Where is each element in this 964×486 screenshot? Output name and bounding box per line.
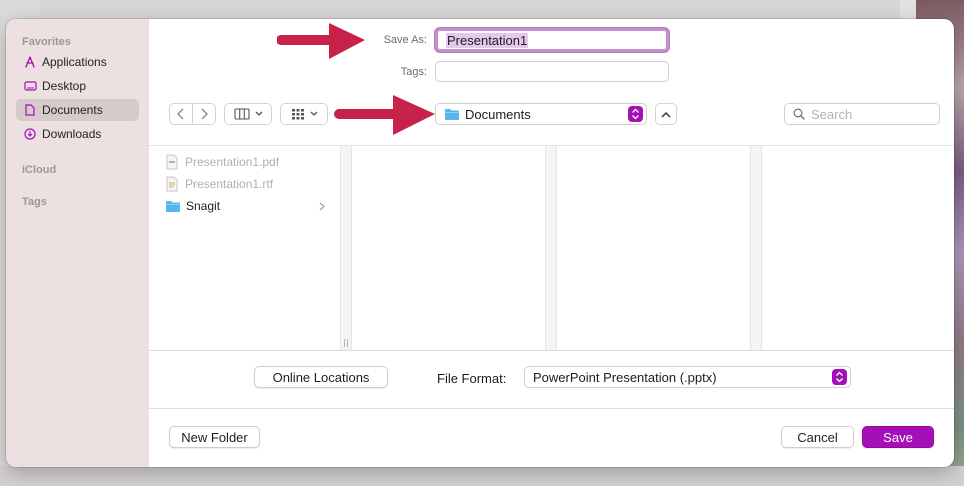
search-placeholder: Search bbox=[811, 106, 853, 122]
sidebar-item-desktop[interactable]: Desktop bbox=[16, 75, 139, 97]
applications-icon bbox=[23, 55, 37, 69]
sidebar-item-label: Documents bbox=[42, 103, 103, 117]
annotation-arrow-icon bbox=[277, 23, 365, 59]
search-field[interactable]: Search bbox=[784, 103, 940, 125]
tags-field[interactable] bbox=[435, 61, 669, 82]
folder-icon bbox=[445, 108, 459, 120]
chevron-right-icon bbox=[319, 202, 325, 210]
sidebar-item-documents[interactable]: Documents bbox=[16, 99, 139, 121]
cancel-button[interactable]: Cancel bbox=[781, 426, 854, 448]
location-popup[interactable]: Documents bbox=[435, 103, 647, 125]
view-grid-button[interactable] bbox=[280, 103, 328, 125]
sidebar-item-label: Applications bbox=[42, 55, 107, 69]
file-name: Presentation1.rtf bbox=[185, 177, 274, 191]
file-format-label: File Format: bbox=[437, 371, 507, 386]
chevron-up-icon bbox=[661, 111, 671, 118]
grid-view-icon bbox=[291, 109, 304, 120]
chevron-right-icon bbox=[201, 108, 208, 120]
sidebar: Favorites Applications Desktop Documents… bbox=[6, 19, 149, 467]
browser-column bbox=[557, 146, 750, 351]
file-format-popup[interactable]: PowerPoint Presentation (.pptx) bbox=[524, 366, 851, 388]
sidebar-item-downloads[interactable]: Downloads bbox=[16, 123, 139, 145]
sidebar-item-applications[interactable]: Applications bbox=[16, 51, 139, 73]
save-button[interactable]: Save bbox=[862, 426, 934, 448]
location-label: Documents bbox=[465, 106, 531, 122]
save-as-value: Presentation1 bbox=[446, 33, 529, 48]
sidebar-item-label: Downloads bbox=[42, 127, 102, 141]
forward-button[interactable] bbox=[192, 103, 216, 125]
updown-chevron-icon bbox=[832, 369, 847, 385]
folder-icon bbox=[166, 200, 180, 212]
browser-column: Presentation1.pdf Presentation1.rtf Snag… bbox=[149, 146, 340, 351]
save-dialog: Favorites Applications Desktop Documents… bbox=[6, 19, 954, 467]
rtf-file-icon bbox=[166, 176, 178, 192]
new-folder-button[interactable]: New Folder bbox=[169, 426, 260, 448]
column-resize-handle[interactable] bbox=[545, 146, 557, 351]
chevron-left-icon bbox=[177, 108, 184, 120]
options-bar: Online Locations File Format: PowerPoint… bbox=[149, 350, 954, 409]
sidebar-item-label: Desktop bbox=[42, 79, 87, 93]
browser-column bbox=[352, 146, 545, 351]
desktop-icon bbox=[23, 79, 37, 93]
sidebar-heading-tags: Tags bbox=[22, 196, 47, 208]
view-columns-button[interactable] bbox=[224, 103, 272, 125]
file-format-value: PowerPoint Presentation (.pptx) bbox=[533, 369, 717, 385]
browser-column bbox=[762, 146, 954, 351]
resize-grip-icon bbox=[344, 339, 348, 347]
list-item[interactable]: Presentation1.rtf bbox=[165, 174, 273, 194]
pdf-file-icon bbox=[166, 154, 178, 170]
save-as-label: Save As: bbox=[383, 34, 427, 46]
tags-label: Tags: bbox=[400, 66, 427, 78]
expand-collapse-button[interactable] bbox=[655, 103, 677, 125]
updown-chevron-icon bbox=[628, 106, 643, 122]
list-item[interactable]: Snagit bbox=[165, 196, 325, 216]
back-button[interactable] bbox=[169, 103, 193, 125]
column-resize-handle[interactable] bbox=[750, 146, 762, 351]
main-panel: Save As: Presentation1 Tags: Documents S… bbox=[149, 19, 954, 467]
search-icon bbox=[793, 108, 805, 120]
file-name: Snagit bbox=[186, 199, 221, 213]
column-resize-handle[interactable] bbox=[340, 146, 352, 351]
sidebar-heading-favorites: Favorites bbox=[22, 36, 71, 48]
file-name: Presentation1.pdf bbox=[185, 155, 280, 169]
chevron-down-icon bbox=[310, 111, 317, 116]
document-icon bbox=[23, 103, 37, 117]
online-locations-button[interactable]: Online Locations bbox=[254, 366, 388, 388]
save-as-field[interactable]: Presentation1 bbox=[435, 28, 669, 52]
list-item[interactable]: Presentation1.pdf bbox=[165, 152, 279, 172]
background-window-bottom bbox=[0, 466, 964, 486]
chevron-down-icon bbox=[255, 111, 262, 116]
downloads-icon bbox=[23, 127, 37, 141]
annotation-arrow-icon bbox=[334, 95, 435, 135]
sidebar-heading-icloud: iCloud bbox=[22, 164, 57, 176]
columns-view-icon bbox=[233, 108, 250, 120]
file-browser: Presentation1.pdf Presentation1.rtf Snag… bbox=[149, 145, 954, 351]
